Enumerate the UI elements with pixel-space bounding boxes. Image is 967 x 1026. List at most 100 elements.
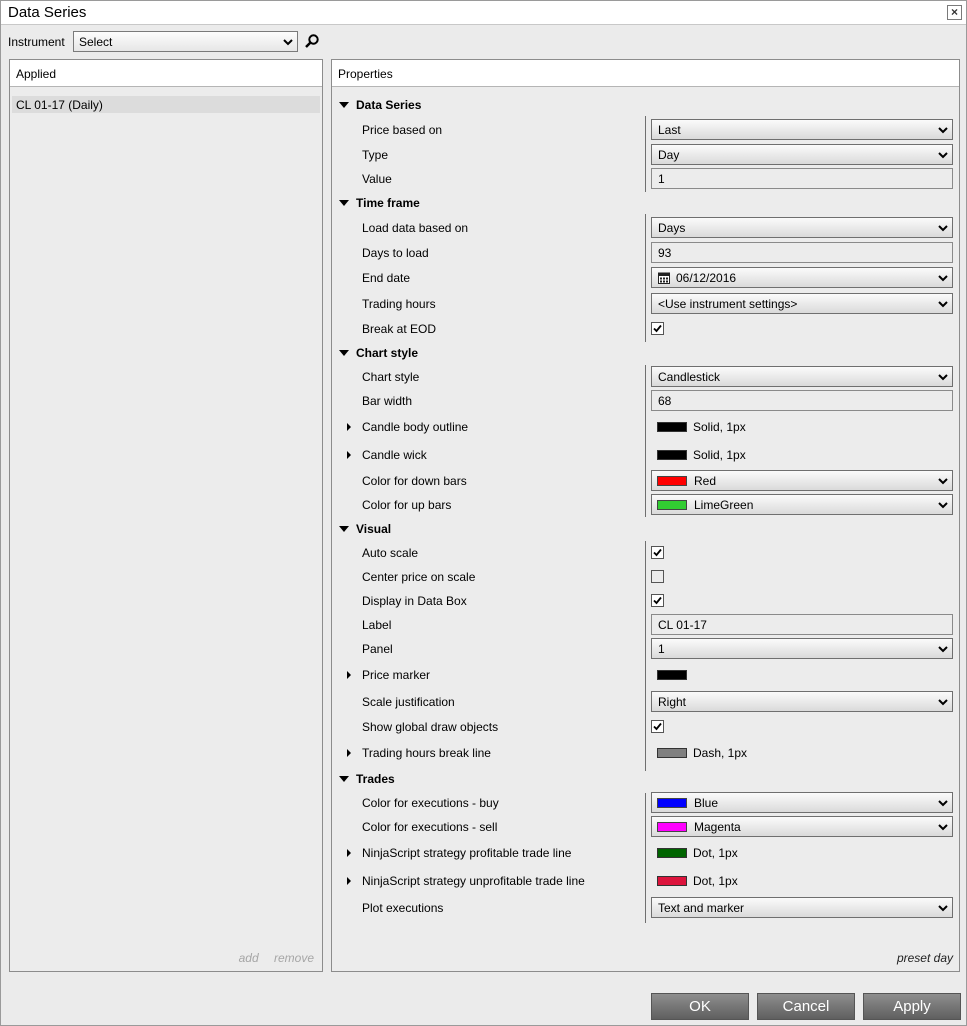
property-label: Type bbox=[362, 148, 389, 162]
chevron-down-icon bbox=[938, 800, 948, 807]
property-label: Days to load bbox=[362, 246, 429, 260]
instrument-select-value: Select bbox=[79, 35, 113, 49]
plot-executions-select[interactable]: Text and marker bbox=[651, 897, 953, 918]
property-label: NinjaScript strategy profitable trade li… bbox=[362, 846, 572, 860]
row-end-date: End date 06/12/2016 bbox=[332, 266, 959, 290]
collapse-arrow-icon[interactable] bbox=[339, 200, 349, 206]
show-global-draw-checkbox[interactable] bbox=[651, 720, 664, 733]
cancel-button[interactable]: Cancel bbox=[757, 993, 855, 1020]
scale-justification-select[interactable]: Right bbox=[651, 691, 953, 712]
checkmark-icon bbox=[653, 324, 662, 333]
instrument-select[interactable]: Select bbox=[73, 31, 298, 52]
row-days-to-load: Days to load 93 bbox=[332, 241, 959, 265]
chevron-down-icon bbox=[938, 301, 948, 308]
data-series-dialog: Data Series × Instrument Select Applied … bbox=[0, 0, 967, 1026]
expand-arrow-icon[interactable] bbox=[347, 451, 351, 459]
row-price-marker[interactable]: Price marker bbox=[332, 663, 959, 687]
type-select[interactable]: Day bbox=[651, 144, 953, 165]
category-data-series[interactable]: Data Series bbox=[332, 93, 959, 117]
input-value: 68 bbox=[658, 394, 672, 408]
up-bars-color-select[interactable]: LimeGreen bbox=[651, 494, 953, 515]
select-value: Candlestick bbox=[658, 370, 721, 384]
select-value: Right bbox=[658, 695, 687, 709]
applied-header: Applied bbox=[10, 60, 322, 87]
row-exec-buy: Color for executions - buy Blue bbox=[332, 791, 959, 815]
chevron-down-icon bbox=[938, 275, 948, 282]
row-color-up-bars: Color for up bars LimeGreen bbox=[332, 493, 959, 517]
row-candle-wick[interactable]: Candle wick Solid, 1px bbox=[332, 443, 959, 467]
chart-style-select[interactable]: Candlestick bbox=[651, 366, 953, 387]
row-candle-body-outline[interactable]: Candle body outline Solid, 1px bbox=[332, 415, 959, 439]
end-date-picker[interactable]: 06/12/2016 bbox=[651, 267, 953, 288]
break-at-eod-checkbox[interactable] bbox=[651, 322, 664, 335]
color-swatch bbox=[657, 822, 687, 832]
applied-list-item[interactable]: CL 01-17 (Daily) bbox=[12, 95, 320, 113]
color-swatch bbox=[657, 748, 687, 758]
add-link[interactable]: add bbox=[239, 951, 259, 965]
ok-button[interactable]: OK bbox=[651, 993, 749, 1020]
row-exec-sell: Color for executions - sell Magenta bbox=[332, 815, 959, 839]
close-button[interactable]: × bbox=[947, 5, 962, 20]
color-swatch bbox=[657, 848, 687, 858]
preset-link[interactable]: preset day bbox=[897, 951, 953, 965]
property-label: Auto scale bbox=[362, 546, 419, 560]
display-data-box-checkbox[interactable] bbox=[651, 594, 664, 607]
row-profitable-line[interactable]: NinjaScript strategy profitable trade li… bbox=[332, 841, 959, 865]
collapse-arrow-icon[interactable] bbox=[339, 102, 349, 108]
apply-button[interactable]: Apply bbox=[863, 993, 961, 1020]
panel-select[interactable]: 1 bbox=[651, 638, 953, 659]
select-value: Days bbox=[658, 221, 686, 235]
price-based-on-select[interactable]: Last bbox=[651, 119, 953, 140]
row-plot-executions: Plot executions Text and marker bbox=[332, 896, 959, 920]
chevron-down-icon bbox=[938, 225, 948, 232]
properties-header: Properties bbox=[332, 60, 959, 87]
row-unprofitable-line[interactable]: NinjaScript strategy unprofitable trade … bbox=[332, 869, 959, 893]
down-bars-color-select[interactable]: Red bbox=[651, 470, 953, 491]
property-label: Chart style bbox=[362, 370, 420, 384]
date-value: 06/12/2016 bbox=[676, 271, 737, 285]
label-input[interactable]: CL 01-17 bbox=[651, 614, 953, 635]
properties-panel: Properties Data Series Price based on La… bbox=[331, 59, 960, 972]
expand-arrow-icon[interactable] bbox=[347, 749, 351, 757]
row-label: Label CL 01-17 bbox=[332, 613, 959, 637]
category-chart-style[interactable]: Chart style bbox=[332, 341, 959, 365]
property-label: Show global draw objects bbox=[362, 720, 499, 734]
category-visual[interactable]: Visual bbox=[332, 517, 959, 541]
collapse-arrow-icon[interactable] bbox=[339, 526, 349, 532]
category-label: Data Series bbox=[356, 98, 422, 112]
property-label: Price based on bbox=[362, 123, 443, 137]
auto-scale-checkbox[interactable] bbox=[651, 546, 664, 559]
row-trading-hours: Trading hours <Use instrument settings> bbox=[332, 292, 959, 316]
search-icon[interactable] bbox=[304, 33, 320, 49]
category-trades[interactable]: Trades bbox=[332, 767, 959, 791]
collapse-arrow-icon[interactable] bbox=[339, 776, 349, 782]
select-value: Red bbox=[694, 474, 717, 488]
exec-sell-color-select[interactable]: Magenta bbox=[651, 816, 953, 837]
remove-link[interactable]: remove bbox=[274, 951, 314, 965]
row-color-down-bars: Color for down bars Red bbox=[332, 469, 959, 493]
exec-buy-color-select[interactable]: Blue bbox=[651, 792, 953, 813]
expand-arrow-icon[interactable] bbox=[347, 423, 351, 431]
row-trading-hours-break[interactable]: Trading hours break line Dash, 1px bbox=[332, 741, 959, 765]
days-to-load-input[interactable]: 93 bbox=[651, 242, 953, 263]
load-data-select[interactable]: Days bbox=[651, 217, 953, 238]
trading-hours-select[interactable]: <Use instrument settings> bbox=[651, 293, 953, 314]
expand-arrow-icon[interactable] bbox=[347, 877, 351, 885]
row-chart-style: Chart style Candlestick bbox=[332, 365, 959, 389]
bar-width-input[interactable]: 68 bbox=[651, 390, 953, 411]
value-input[interactable]: 1 bbox=[651, 168, 953, 189]
row-auto-scale: Auto scale bbox=[332, 541, 959, 565]
center-price-checkbox[interactable] bbox=[651, 570, 664, 583]
expand-arrow-icon[interactable] bbox=[347, 671, 351, 679]
row-display-data-box: Display in Data Box bbox=[332, 589, 959, 613]
category-label: Trades bbox=[356, 772, 395, 786]
input-value: 1 bbox=[658, 172, 665, 186]
select-value: <Use instrument settings> bbox=[658, 297, 798, 311]
collapse-arrow-icon[interactable] bbox=[339, 350, 349, 356]
expand-arrow-icon[interactable] bbox=[347, 849, 351, 857]
properties-header-label: Properties bbox=[338, 67, 393, 81]
select-value: LimeGreen bbox=[694, 498, 754, 512]
chevron-down-icon bbox=[938, 374, 948, 381]
chevron-down-icon bbox=[938, 699, 948, 706]
category-time-frame[interactable]: Time frame bbox=[332, 191, 959, 215]
